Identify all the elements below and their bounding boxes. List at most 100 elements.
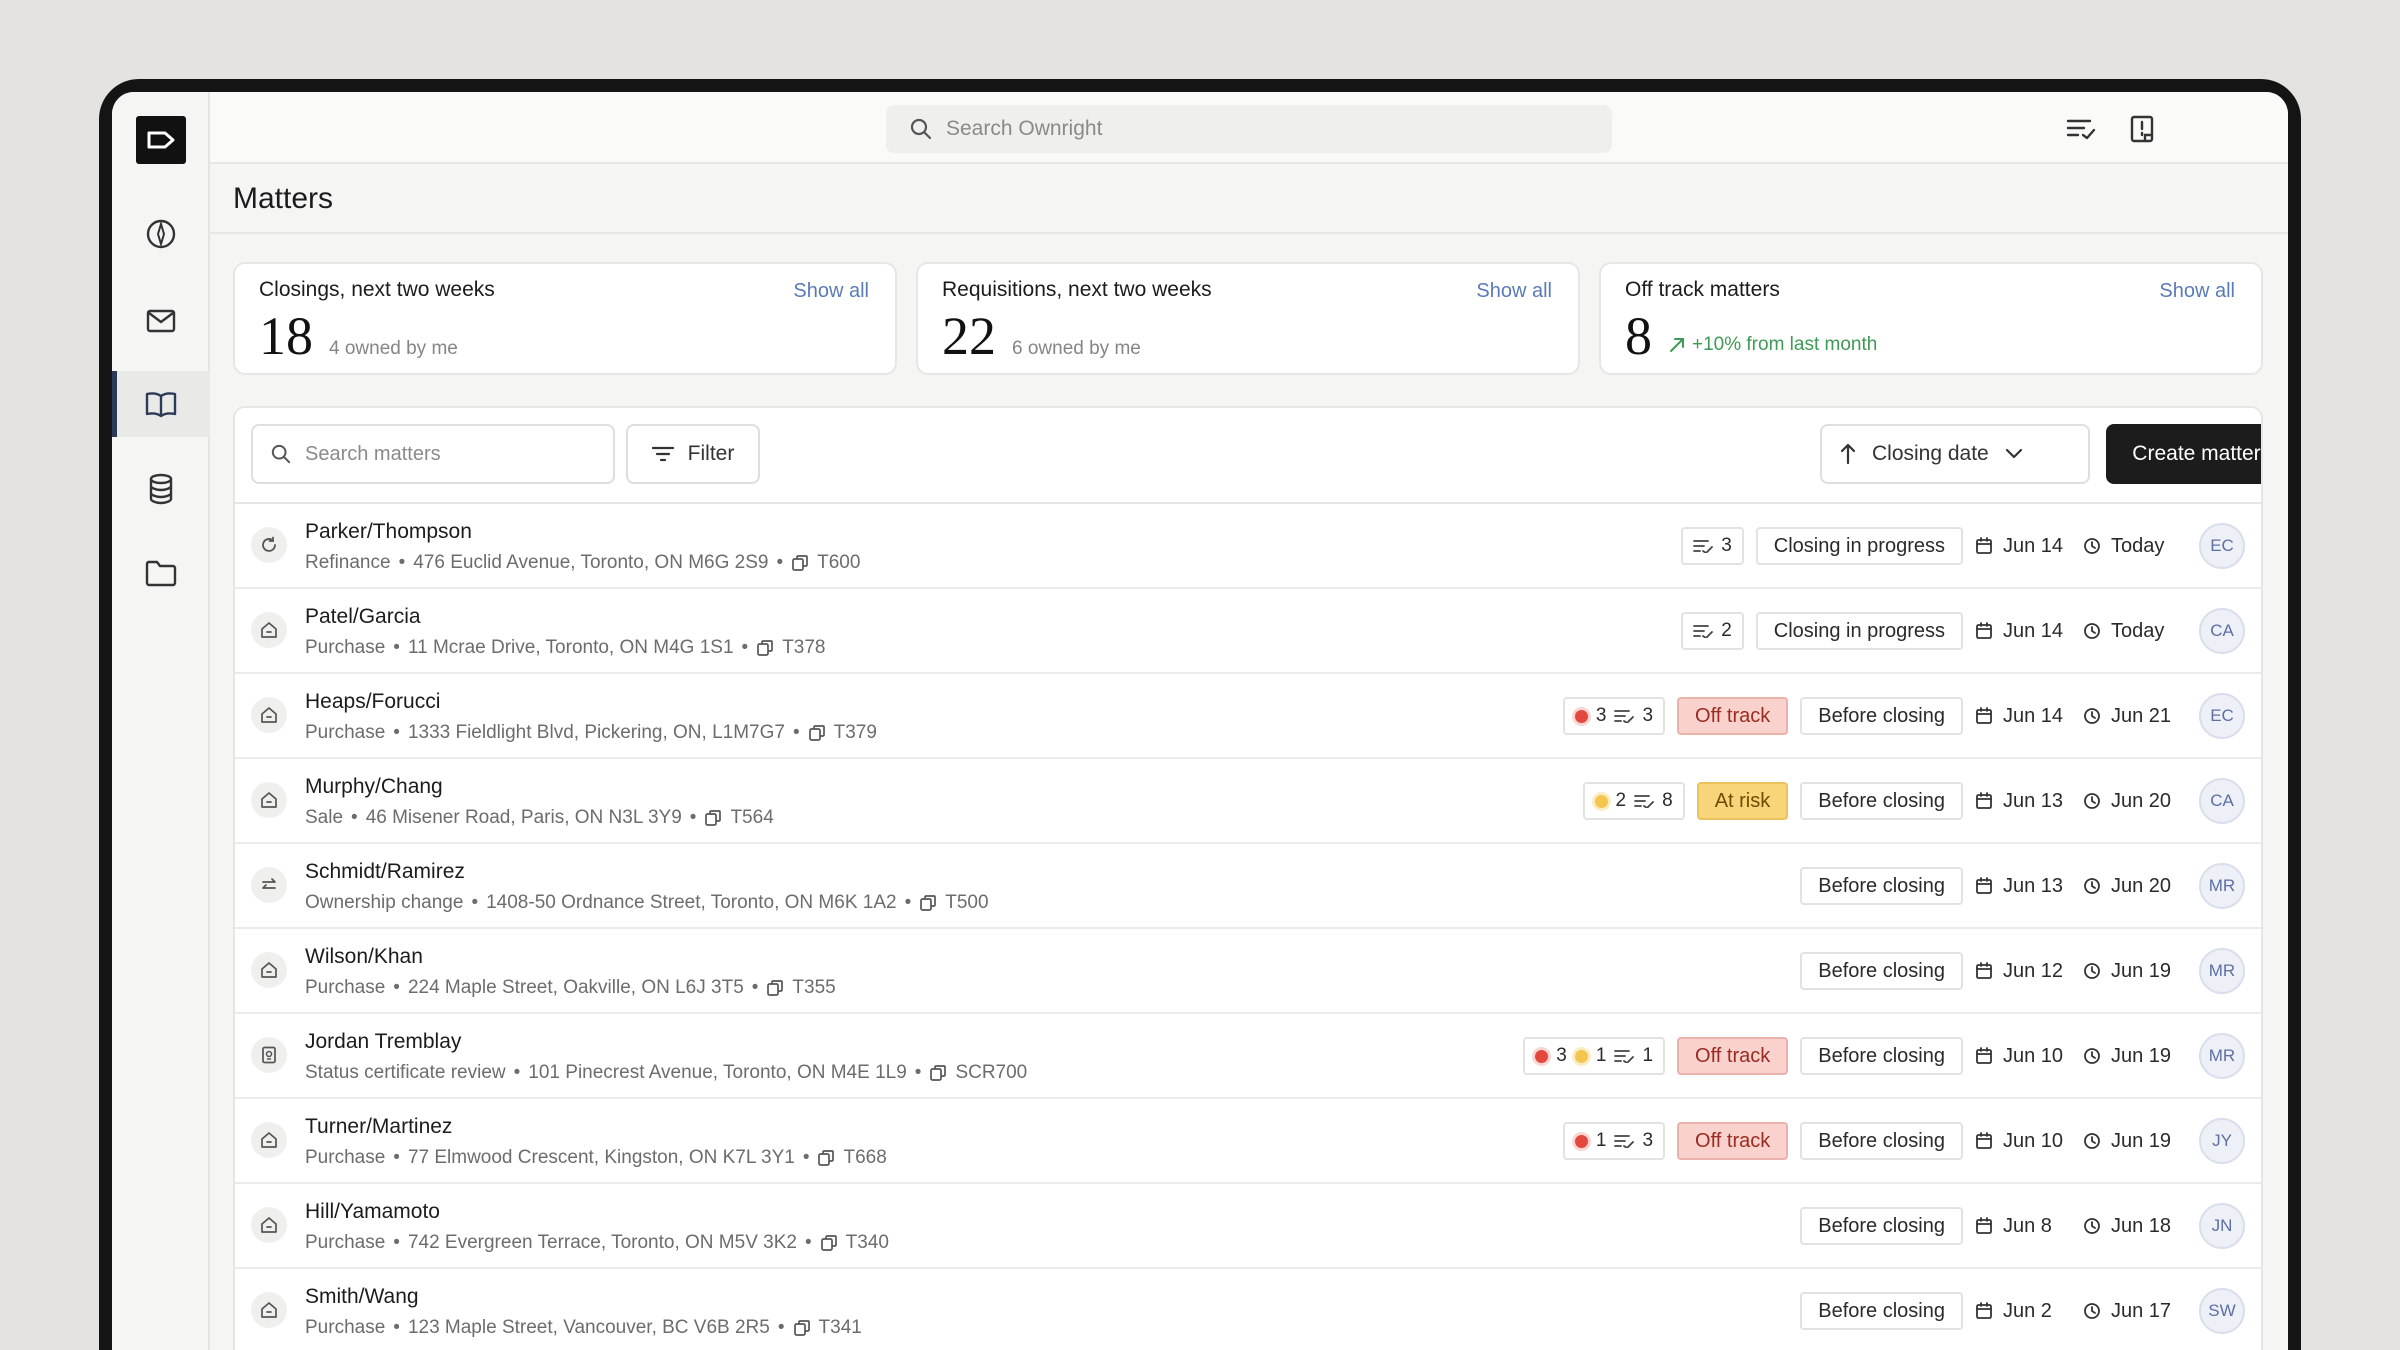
clock-icon xyxy=(2084,538,2100,554)
matter-name[interactable]: Hill/Yamamoto xyxy=(305,1200,440,1224)
closing-date-value: Jun 14 xyxy=(2003,704,2064,727)
copy-icon xyxy=(920,895,937,911)
sidebar-item-inbox[interactable] xyxy=(112,288,210,354)
clock-icon xyxy=(2084,708,2100,724)
ownership-change-icon xyxy=(260,876,278,894)
notes-button[interactable] xyxy=(2125,114,2159,144)
matter-row[interactable]: Murphy/Chang Sale • 46 Misener Road, Paris,… xyxy=(235,759,2261,844)
closing-date-value: Jun 14 xyxy=(2003,619,2064,642)
matter-type: Refinance xyxy=(305,552,391,573)
matter-row[interactable]: Jordan Tremblay Status certificate review… xyxy=(235,1014,2261,1099)
separator-dot: • xyxy=(689,807,697,828)
red-count: 1 xyxy=(1595,1130,1607,1151)
tasks-button[interactable] xyxy=(2064,114,2098,144)
matter-name[interactable]: Jordan Tremblay xyxy=(305,1030,461,1054)
matter-row[interactable]: Patel/Garcia Purchase • 11 Mcrae Drive, Tor… xyxy=(235,589,2261,674)
sidebar-item-files[interactable] xyxy=(112,540,210,606)
matter-row[interactable]: Wilson/Khan Purchase • 224 Maple Street, Oa… xyxy=(235,929,2261,1014)
matter-name[interactable]: Schmidt/Ramirez xyxy=(305,860,465,884)
filter-button[interactable]: Filter xyxy=(626,424,760,484)
filter-label: Filter xyxy=(687,442,735,465)
matter-type-icon xyxy=(251,697,287,733)
matter-address: 11 Mcrae Drive, Toronto, ON M4G 1S1 xyxy=(407,637,734,658)
copy-icon xyxy=(818,1150,835,1166)
sidebar-item-explore[interactable] xyxy=(112,201,210,267)
matter-name[interactable]: Murphy/Chang xyxy=(305,775,443,799)
matter-name[interactable]: Smith/Wang xyxy=(305,1285,419,1309)
matter-code[interactable]: T600 xyxy=(817,552,860,574)
yellow-count: 1 xyxy=(1595,1045,1607,1066)
matter-code[interactable]: T379 xyxy=(834,722,877,744)
avatar[interactable]: EC xyxy=(2199,693,2245,739)
create-matter-button[interactable]: Create matter xyxy=(2106,424,2261,484)
show-all-link[interactable]: Show all xyxy=(793,280,869,303)
copy-icon xyxy=(793,1320,810,1336)
avatar[interactable]: MR xyxy=(2199,1033,2245,1079)
separator-dot: • xyxy=(513,1062,521,1083)
certificate-icon xyxy=(261,1046,277,1064)
copy-icon xyxy=(705,810,722,826)
matter-code[interactable]: T355 xyxy=(792,977,835,999)
page-title: Matters xyxy=(233,182,334,215)
matter-name[interactable]: Parker/Thompson xyxy=(305,520,472,544)
sidebar-item-matters[interactable] xyxy=(112,371,210,437)
sort-dropdown[interactable]: Closing date xyxy=(1820,424,2090,484)
matter-row[interactable]: Turner/Martinez Purchase • 77 Elmwood Cresc… xyxy=(235,1099,2261,1184)
closing-date-value: Jun 12 xyxy=(2003,959,2064,982)
show-all-link[interactable]: Show all xyxy=(1476,280,1552,303)
avatar[interactable]: MR xyxy=(2199,948,2245,994)
show-all-link[interactable]: Show all xyxy=(2159,280,2235,303)
matter-name[interactable]: Wilson/Khan xyxy=(305,945,423,969)
closing-date: Jun 8 xyxy=(1975,1215,2071,1238)
search-icon xyxy=(910,118,932,140)
red-count: 3 xyxy=(1556,1045,1567,1066)
app-logo[interactable] xyxy=(136,116,186,164)
matter-type: Purchase xyxy=(305,722,386,743)
stat-subtext: 6 owned by me xyxy=(1012,338,1141,359)
matter-code[interactable]: T378 xyxy=(782,637,825,659)
matter-code[interactable]: SCR700 xyxy=(955,1062,1027,1084)
clock-icon xyxy=(2084,963,2100,979)
stat-card-closings: Closings, next two weeks Show all 18 4 o… xyxy=(233,262,897,375)
matter-row[interactable]: Parker/Thompson Refinance • 476 Euclid Aven… xyxy=(235,504,2261,589)
risk-badge: At risk xyxy=(1696,782,1789,820)
due-date-value: Jun 19 xyxy=(2111,1044,2172,1067)
matter-name[interactable]: Heaps/Forucci xyxy=(305,690,440,714)
matter-name[interactable]: Turner/Martinez xyxy=(305,1115,452,1139)
separator-dot: • xyxy=(802,1147,810,1168)
matter-code[interactable]: T500 xyxy=(945,892,988,914)
clock-icon xyxy=(2084,793,2100,809)
matter-name[interactable]: Patel/Garcia xyxy=(305,605,421,629)
matter-row[interactable]: Smith/Wang Purchase • 123 Maple Street, Van… xyxy=(235,1269,2261,1350)
matter-code[interactable]: T341 xyxy=(819,1317,862,1339)
sidebar-item-database[interactable] xyxy=(112,456,210,522)
avatar[interactable]: SW xyxy=(2199,1288,2245,1334)
separator-dot: • xyxy=(777,1317,785,1338)
top-bar: Search Ownright xyxy=(210,92,2288,164)
due-date: Today xyxy=(2083,535,2187,558)
global-search-input[interactable]: Search Ownright xyxy=(886,105,1612,153)
closing-date: Jun 14 xyxy=(1975,535,2071,558)
matter-row[interactable]: Heaps/Forucci Purchase • 1333 Fieldlight Bl… xyxy=(235,674,2261,759)
matter-type: Purchase xyxy=(305,1147,386,1168)
avatar[interactable]: EC xyxy=(2199,523,2245,569)
matter-details: Purchase • 11 Mcrae Drive, Toronto, ON M4G… xyxy=(305,637,826,659)
avatar[interactable]: CA xyxy=(2199,608,2245,654)
avatar[interactable]: MR xyxy=(2199,863,2245,909)
avatar[interactable]: JN xyxy=(2199,1203,2245,1249)
stat-label: Off track matters xyxy=(1625,278,1780,301)
matter-address: 123 Maple Street, Vancouver, BC V6B 2R5 xyxy=(407,1317,770,1338)
avatar[interactable]: CA xyxy=(2199,778,2245,824)
matter-code[interactable]: T668 xyxy=(843,1147,886,1169)
matter-row[interactable]: Hill/Yamamoto Purchase • 742 Evergreen Terr… xyxy=(235,1184,2261,1269)
calendar-icon xyxy=(1976,622,1992,639)
task-list-icon xyxy=(1693,540,1714,553)
matter-details: Refinance • 476 Euclid Avenue, Toronto, ON… xyxy=(305,552,860,574)
matter-code[interactable]: T564 xyxy=(730,807,773,829)
search-matters-input[interactable]: Search matters xyxy=(251,424,615,484)
calendar-icon xyxy=(1976,1302,1992,1319)
matter-code[interactable]: T340 xyxy=(846,1232,889,1254)
closing-date: Jun 13 xyxy=(1975,875,2071,898)
matter-row[interactable]: Schmidt/Ramirez Ownership change • 1408-50 … xyxy=(235,844,2261,929)
avatar[interactable]: JY xyxy=(2199,1118,2245,1164)
